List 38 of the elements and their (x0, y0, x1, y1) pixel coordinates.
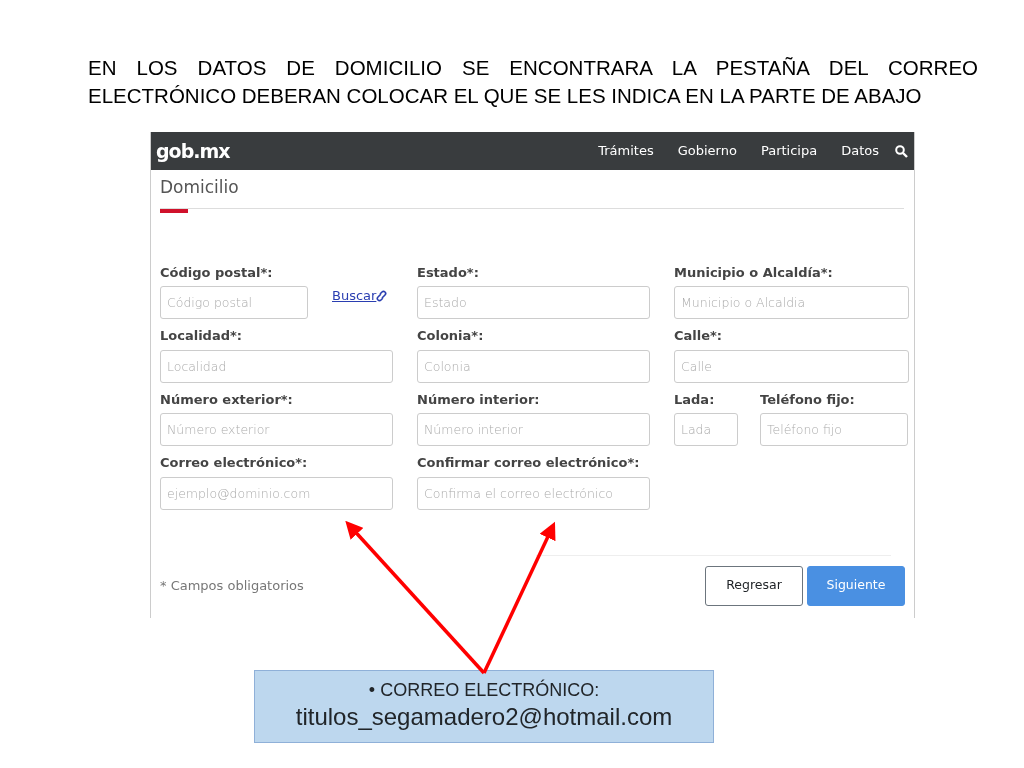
back-button[interactable]: Regresar (705, 565, 803, 606)
field-label: Localidad*: (160, 327, 243, 345)
input-field[interactable]: Teléfono fijo (760, 413, 908, 446)
logo[interactable]: gob.mx (156, 136, 230, 166)
field-label: Estado*: (417, 263, 480, 282)
field-label: Colonia*: (417, 327, 485, 345)
title-underline (160, 208, 188, 213)
field-label: Número exterior*: (160, 390, 294, 409)
field-label: Confirmar correo electrónico*: (417, 454, 641, 472)
required-note: * Campos obligatorios (160, 576, 304, 595)
input-field[interactable]: Confirma el correo electrónico (417, 476, 650, 510)
input-field[interactable]: Localidad (160, 349, 393, 383)
field-label: Calle*: (674, 327, 724, 345)
input-field[interactable]: Código postal (160, 286, 308, 319)
field-label: Código postal*: (160, 263, 274, 282)
input-field[interactable]: Número exterior (160, 413, 393, 446)
slide-heading: EN LOS DATOS DE DOMICILIO SE ENCONTRARA LA PESTAÑA DEL CORREO ELECTRÓNICO DEBERAN COLOCAR EL QUE SE LES INDICA EN LA PARTE DE ABAJO (88, 55, 978, 109)
input-field[interactable]: Estado (417, 286, 650, 319)
nav-link[interactable]: Gobierno (677, 141, 737, 161)
callout-label: • CORREO ELECTRÓNICO: (367, 678, 601, 701)
input-field[interactable]: Lada (674, 413, 738, 446)
section-title: Domicilio (160, 177, 239, 197)
field-label: Municipio o Alcaldía*: (674, 263, 834, 282)
nav-link[interactable]: Datos (841, 141, 879, 161)
field-label: Correo electrónico*: (160, 454, 309, 472)
input-field[interactable]: Colonia (417, 349, 650, 383)
field-label: Número interior: (417, 390, 541, 409)
link-icon (376, 289, 388, 302)
search-link[interactable]: Buscar (332, 286, 388, 306)
field-label: Teléfono fijo: (760, 390, 856, 409)
input-field[interactable]: Número interior (417, 413, 650, 446)
nav-link[interactable]: Trámites (598, 141, 654, 161)
field-label: Lada: (674, 390, 716, 409)
search-icon[interactable] (895, 144, 908, 158)
input-field[interactable]: ejemplo@dominio.com (160, 476, 393, 510)
callout-email: titulos_segamadero2@hotmail.com (294, 702, 674, 732)
nav-link[interactable]: Participa (760, 141, 818, 161)
input-field[interactable]: Calle (674, 349, 909, 383)
